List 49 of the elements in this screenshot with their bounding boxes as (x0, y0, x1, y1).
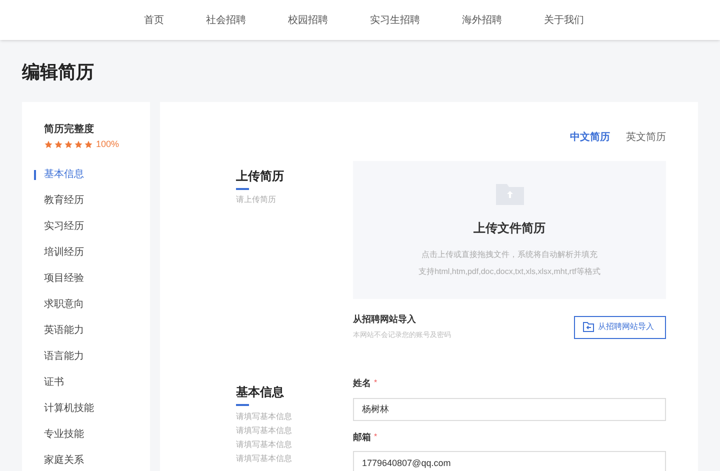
sidebar-item[interactable]: 语言能力 (44, 349, 84, 364)
title-underline (236, 188, 249, 190)
input-field[interactable]: 1779640807@qq.com (353, 451, 666, 471)
sidebar-item[interactable]: 家庭关系 (44, 453, 84, 468)
sidebar-item[interactable]: 专业技能 (44, 427, 84, 442)
language-tab[interactable]: 中文简历 (570, 130, 610, 145)
sidebar-item[interactable]: 项目经验 (44, 271, 84, 286)
input-field[interactable]: 杨树林 (353, 398, 666, 420)
folder-upload-icon (496, 181, 524, 205)
section-description: 请填写基本信息请填写基本信息请填写基本信息请填写基本信息 (236, 411, 293, 465)
field-label: 姓名 (353, 377, 371, 390)
active-indicator (34, 170, 36, 180)
required-mark: * (374, 377, 378, 389)
nav-link[interactable]: 社会招聘 (206, 12, 246, 28)
section-title: 上传简历 (236, 168, 285, 185)
completeness-percent: 100% (96, 138, 120, 151)
upload-dropzone[interactable]: 上传文件简历 点击上传或直接拖拽文件，系统将自动解析并填充 支持html,htm,pdf,doc,docx,txt,xls,xlsx,mht,rtf等格式 (353, 161, 666, 299)
sidebar-item[interactable]: 英语能力 (44, 323, 84, 338)
sidebar-item[interactable]: 实习经历 (44, 219, 84, 234)
sidebar-item[interactable]: 教育经历 (44, 193, 84, 208)
nav-link[interactable]: 关于我们 (544, 12, 584, 28)
upload-hint: 支持html,htm,pdf,doc,docx,txt,xls,xlsx,mht,rtf等格式 (418, 266, 600, 278)
required-mark: * (374, 430, 378, 442)
sidebar-item[interactable]: 计算机技能 (44, 401, 94, 416)
star-icon (64, 140, 73, 150)
star-icon (44, 140, 53, 150)
field-label: 邮箱 (353, 430, 371, 444)
sidebar-item[interactable]: 基本信息 (44, 167, 84, 182)
import-button[interactable]: 从招聘网站导入 (574, 316, 666, 338)
sidebar-item[interactable]: 证书 (44, 375, 64, 390)
import-title: 从招聘网站导入 (353, 313, 417, 326)
nav-link[interactable]: 海外招聘 (462, 12, 502, 28)
section-description: 请上传简历 (236, 194, 277, 206)
nav-link[interactable]: 首页 (144, 12, 164, 28)
language-tab[interactable]: 英文简历 (626, 130, 666, 145)
nav-link[interactable]: 实习生招聘 (370, 12, 420, 28)
sidebar-item[interactable]: 求职意向 (44, 297, 84, 312)
section-title: 基本信息 (236, 384, 285, 401)
upload-hint: 点击上传或直接拖拽文件，系统将自动解析并填充 (422, 249, 598, 261)
star-icon (74, 140, 83, 150)
nav-link[interactable]: 校园招聘 (288, 12, 328, 28)
completeness-label: 简历完整度 (44, 122, 95, 137)
page-title: 编辑简历 (20, 61, 95, 84)
title-underline (236, 404, 249, 406)
folder-import-icon (583, 322, 594, 332)
star-icon (84, 140, 93, 150)
sidebar-item[interactable]: 培训经历 (44, 245, 84, 260)
upload-title: 上传文件简历 (474, 220, 546, 237)
star-icon (54, 140, 63, 150)
